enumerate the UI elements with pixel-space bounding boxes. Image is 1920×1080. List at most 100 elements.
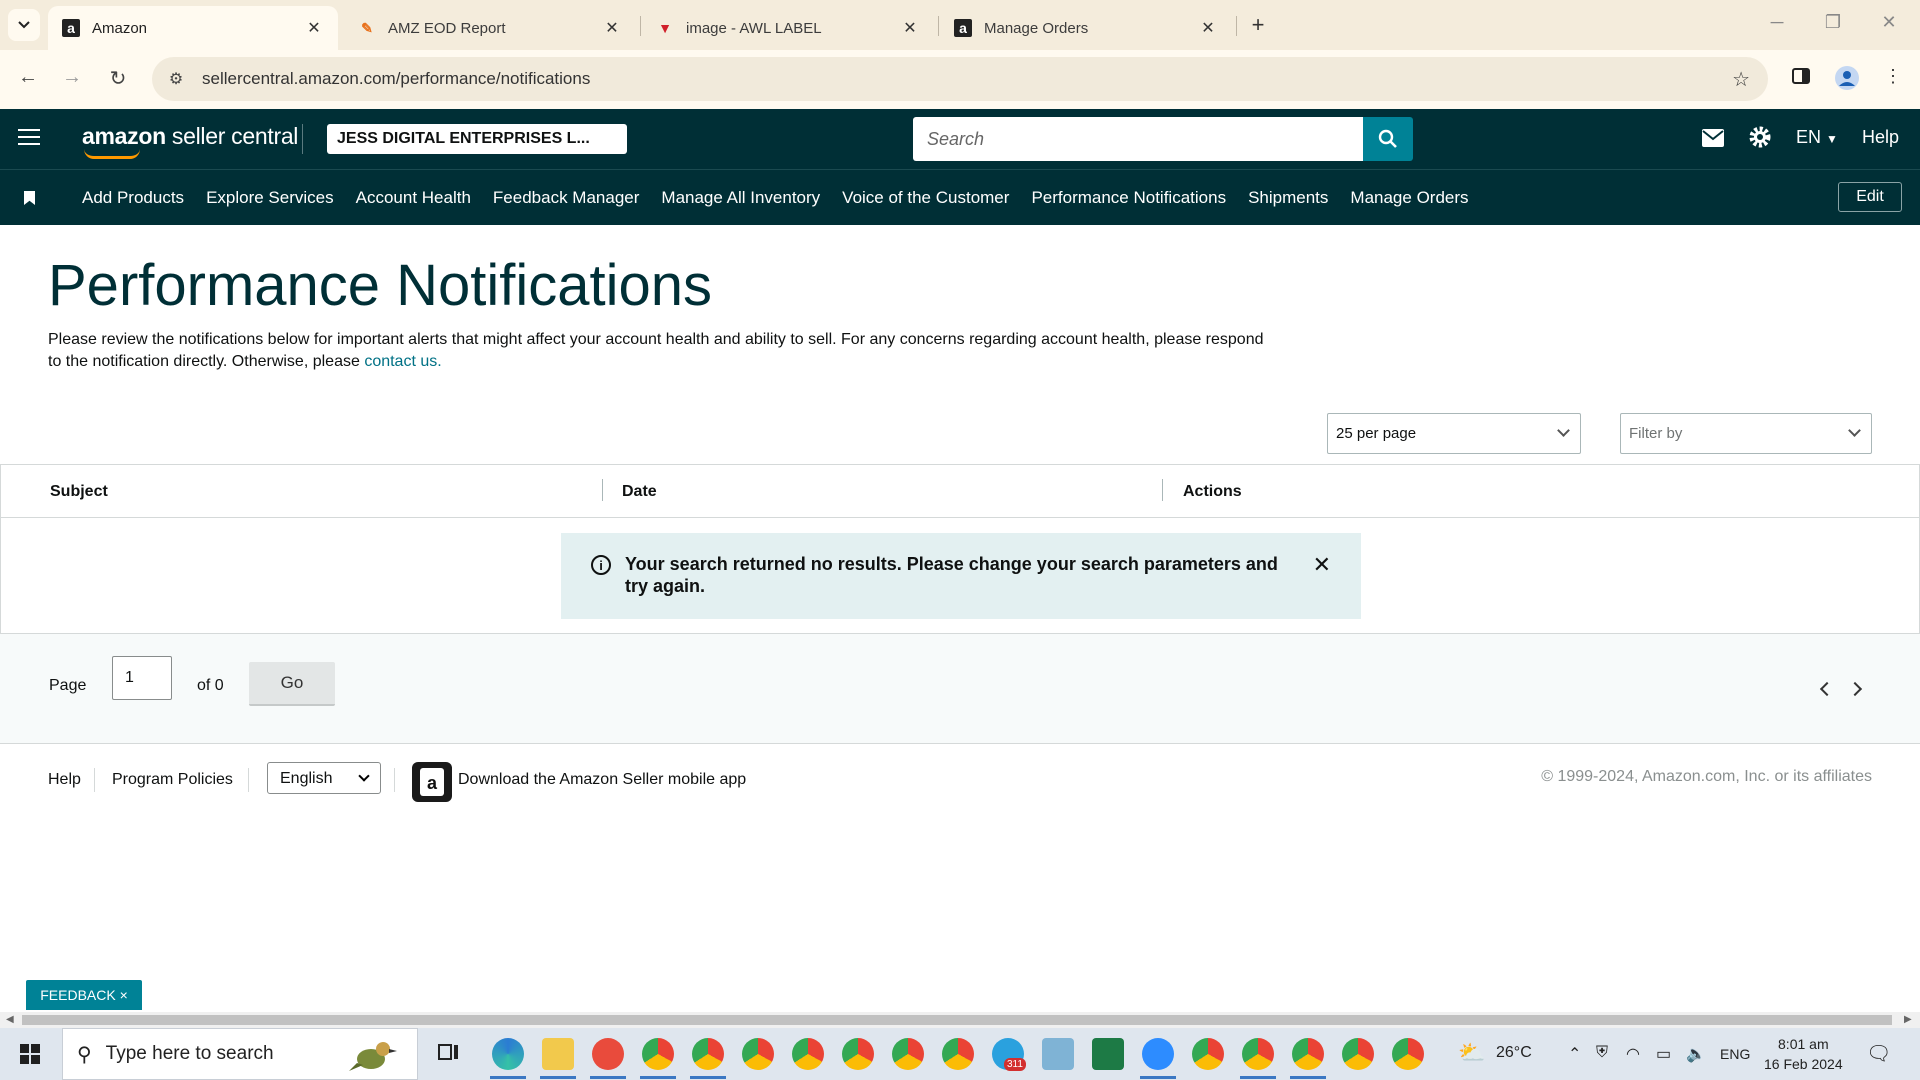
go-button[interactable]: Go xyxy=(249,662,335,706)
footer-language-select[interactable]: English xyxy=(267,762,381,794)
site-settings-icon[interactable]: ⚙ xyxy=(164,69,188,89)
tab-amazon[interactable]: a Amazon ✕ xyxy=(48,6,338,50)
file-explorer-icon[interactable] xyxy=(542,1038,574,1070)
tab-manage-orders[interactable]: a Manage Orders ✕ xyxy=(940,6,1232,50)
prev-page-chevron-icon[interactable] xyxy=(1819,681,1835,697)
nav-shipments[interactable]: Shipments xyxy=(1248,188,1328,208)
pencil-app-icon: ✎ xyxy=(361,19,373,36)
side-panel-icon[interactable] xyxy=(1788,66,1814,92)
nav-explore-services[interactable]: Explore Services xyxy=(206,188,334,208)
footer-help-link[interactable]: Help xyxy=(48,771,81,789)
chrome-profile-icon[interactable] xyxy=(692,1038,724,1070)
nav-manage-orders[interactable]: Manage Orders xyxy=(1350,188,1468,208)
column-subject[interactable]: Subject xyxy=(50,483,108,501)
nav-performance-notifications[interactable]: Performance Notifications xyxy=(1031,188,1226,208)
volume-icon[interactable]: 🔈 xyxy=(1686,1044,1706,1064)
notes-app-icon[interactable] xyxy=(1042,1038,1074,1070)
notification-center-icon[interactable]: 🗨 xyxy=(1866,1041,1891,1066)
windows-start-icon[interactable] xyxy=(20,1044,40,1064)
nav-manage-all-inventory[interactable]: Manage All Inventory xyxy=(661,188,820,208)
task-view-icon[interactable] xyxy=(436,1041,462,1067)
logo-brand: amazon xyxy=(82,123,166,149)
edit-nav-button[interactable]: Edit xyxy=(1838,182,1902,212)
chrome-icon[interactable] xyxy=(1192,1038,1224,1070)
per-page-select[interactable]: 25 per page xyxy=(1327,413,1581,454)
chrome-profile-icon[interactable] xyxy=(842,1038,874,1070)
search-button[interactable] xyxy=(1363,117,1413,161)
program-policies-link[interactable]: Program Policies xyxy=(112,771,233,789)
weather-cloud-sun-icon[interactable]: ⛅ xyxy=(1458,1040,1485,1066)
taskbar-clock[interactable]: 8:01 am 16 Feb 2024 xyxy=(1764,1034,1843,1074)
chrome-profile-icon[interactable] xyxy=(1392,1038,1424,1070)
download-app-link[interactable]: Download the Amazon Seller mobile app xyxy=(458,771,746,789)
excel-icon[interactable] xyxy=(1092,1038,1124,1070)
gear-icon[interactable] xyxy=(1748,125,1772,154)
amazon-seller-app-icon[interactable]: a xyxy=(412,762,452,802)
close-icon[interactable]: ✕ xyxy=(602,18,622,38)
temperature[interactable]: 26°C xyxy=(1496,1044,1532,1062)
chrome-profile-icon[interactable] xyxy=(1292,1038,1324,1070)
close-icon[interactable]: ✕ xyxy=(1313,552,1331,599)
chrome-profile-icon[interactable] xyxy=(792,1038,824,1070)
zoom-icon[interactable] xyxy=(1142,1038,1174,1070)
seller-central-nav: Add Products Explore Services Account He… xyxy=(0,169,1920,225)
browser-menu-icon[interactable]: ⋮ xyxy=(1880,66,1906,92)
page-count: of 0 xyxy=(197,677,224,694)
nav-feedback-manager[interactable]: Feedback Manager xyxy=(493,188,639,208)
search-icon xyxy=(1378,129,1397,148)
chrome-profile-icon[interactable] xyxy=(942,1038,974,1070)
reload-icon[interactable]: ↻ xyxy=(104,66,132,91)
new-tab-plus-icon[interactable]: + xyxy=(1246,12,1270,38)
bird-illustration-icon xyxy=(349,1042,397,1071)
window-close-icon[interactable]: ✕ xyxy=(1874,12,1904,33)
bookmark-star-icon[interactable]: ☆ xyxy=(1732,67,1750,92)
amazon-seller-central-logo[interactable]: amazon seller central xyxy=(82,123,298,159)
mail-icon[interactable] xyxy=(1702,129,1724,152)
profile-avatar-icon[interactable] xyxy=(1834,66,1860,92)
nav-account-health[interactable]: Account Health xyxy=(356,188,471,208)
tray-chevron-up-icon[interactable]: ⌃ xyxy=(1568,1044,1581,1064)
help-link[interactable]: Help xyxy=(1862,127,1899,148)
taskbar-search[interactable]: ⚲ Type here to search xyxy=(62,1028,418,1080)
page-number-input[interactable]: 1 xyxy=(112,656,172,700)
nav-add-products[interactable]: Add Products xyxy=(82,188,184,208)
horizontal-scrollbar[interactable]: ◀ ▶ xyxy=(0,1012,1920,1028)
scroll-left-icon[interactable]: ◀ xyxy=(6,1014,14,1025)
tab-search-button[interactable] xyxy=(8,9,40,41)
address-bar[interactable]: ⚙ sellercentral.amazon.com/performance/n… xyxy=(152,57,1768,101)
close-icon[interactable]: ✕ xyxy=(900,18,920,38)
chrome-profile-icon[interactable] xyxy=(892,1038,924,1070)
search-input[interactable]: Search xyxy=(913,117,1363,161)
next-page-chevron-icon[interactable] xyxy=(1847,681,1863,697)
chrome-profile-icon[interactable] xyxy=(642,1038,674,1070)
close-icon[interactable]: ✕ xyxy=(1198,18,1218,38)
hamburger-menu-icon[interactable] xyxy=(18,129,40,147)
restore-icon[interactable]: ❐ xyxy=(1818,12,1848,33)
minimize-icon[interactable]: ─ xyxy=(1762,12,1792,33)
back-arrow-icon[interactable]: ← xyxy=(14,66,42,89)
snip-tool-icon[interactable] xyxy=(592,1038,624,1070)
chrome-profile-icon[interactable] xyxy=(742,1038,774,1070)
column-date[interactable]: Date xyxy=(622,483,657,501)
store-switcher-button[interactable]: JESS DIGITAL ENTERPRISES L... xyxy=(327,124,627,154)
security-shield-icon[interactable]: ⛨ xyxy=(1596,1044,1608,1062)
bookmark-icon[interactable] xyxy=(24,191,35,205)
chrome-profile-icon[interactable] xyxy=(1242,1038,1274,1070)
network-icon[interactable]: ◠ xyxy=(1626,1044,1640,1064)
edge-browser-icon[interactable] xyxy=(492,1038,524,1070)
feedback-button[interactable]: FEEDBACK × xyxy=(26,980,142,1010)
filter-by-select[interactable]: Filter by xyxy=(1620,413,1872,454)
close-icon[interactable]: ✕ xyxy=(304,18,324,38)
tab-awl-label[interactable]: ▼ image - AWL LABEL ✕ xyxy=(642,6,934,50)
page-title: Performance Notifications xyxy=(48,253,713,318)
forward-arrow-icon[interactable]: → xyxy=(58,66,86,89)
input-language[interactable]: ENG xyxy=(1720,1046,1750,1062)
battery-icon[interactable]: ▭ xyxy=(1656,1044,1671,1064)
language-selector[interactable]: EN ▼ xyxy=(1796,127,1838,148)
chrome-profile-icon[interactable] xyxy=(1342,1038,1374,1070)
contact-us-link[interactable]: contact us. xyxy=(364,353,441,370)
nav-voice-of-the-customer[interactable]: Voice of the Customer xyxy=(842,188,1009,208)
scrollbar-thumb[interactable] xyxy=(22,1015,1892,1025)
tab-amz-eod-report[interactable]: ✎ AMZ EOD Report ✕ xyxy=(344,6,636,50)
scroll-right-icon[interactable]: ▶ xyxy=(1904,1014,1912,1025)
